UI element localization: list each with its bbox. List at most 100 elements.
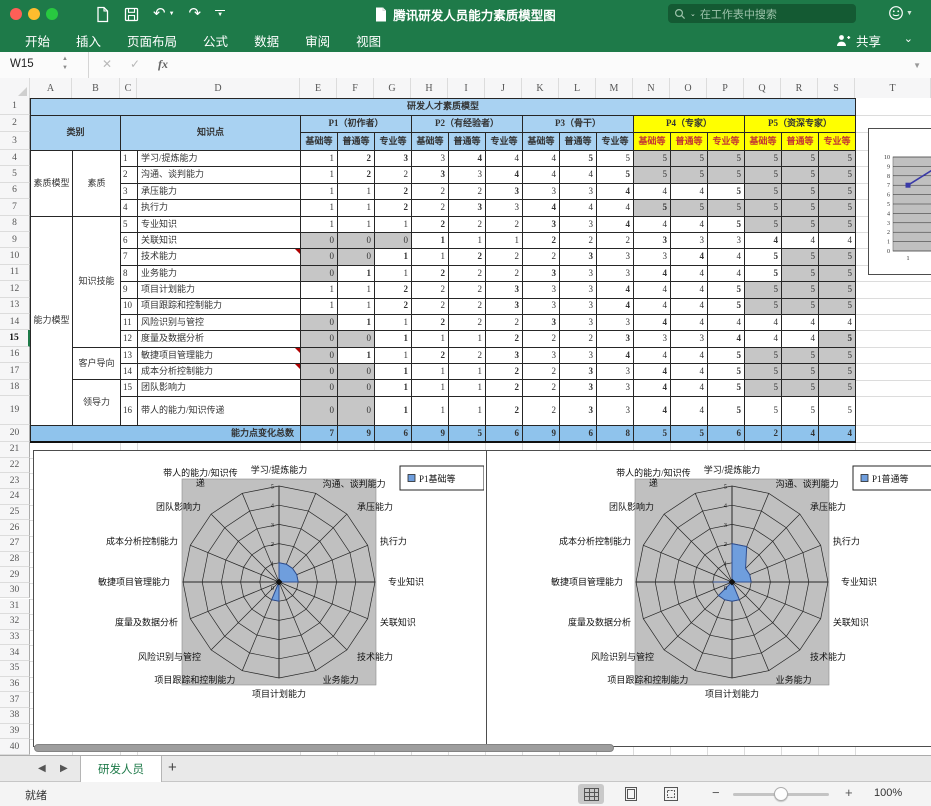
value-cell[interactable]: 2	[523, 380, 560, 396]
row-header-28[interactable]: 28	[0, 552, 30, 568]
value-cell[interactable]: 5	[782, 347, 819, 363]
value-cell[interactable]: 5	[819, 265, 856, 281]
value-cell[interactable]: 4	[671, 216, 708, 232]
value-cell[interactable]: 5	[745, 183, 782, 199]
value-cell[interactable]: 5	[745, 364, 782, 380]
value-cell[interactable]: 1	[338, 265, 375, 281]
category-header[interactable]: 类别	[31, 116, 121, 151]
value-cell[interactable]: 4	[745, 314, 782, 330]
value-cell[interactable]: 3	[375, 151, 412, 167]
new-workbook-icon[interactable]	[95, 6, 110, 23]
value-cell[interactable]: 5	[708, 216, 745, 232]
knowledge-point-label[interactable]: 学习/提炼能力	[138, 151, 301, 167]
value-cell[interactable]: 2	[412, 216, 449, 232]
value-cell[interactable]: 5	[782, 265, 819, 281]
row-header-1[interactable]: 1	[0, 98, 30, 115]
value-cell[interactable]: 4	[671, 396, 708, 425]
value-cell[interactable]: 4	[634, 183, 671, 199]
category-b-group[interactable]: 素质	[73, 151, 121, 217]
value-cell[interactable]: 5	[819, 249, 856, 265]
row-number-cell[interactable]: 16	[121, 396, 138, 425]
value-cell[interactable]: 5	[708, 396, 745, 425]
value-cell[interactable]: 5	[819, 167, 856, 183]
row-header-14[interactable]: 14	[0, 314, 30, 330]
value-cell[interactable]: 0	[338, 331, 375, 347]
value-cell[interactable]: 2	[486, 380, 523, 396]
zoom-slider[interactable]	[733, 793, 829, 796]
table-title[interactable]: 研发人才素质模型	[31, 99, 856, 116]
row-header-34[interactable]: 34	[0, 645, 30, 661]
value-cell[interactable]: 0	[338, 396, 375, 425]
row-header-26[interactable]: 26	[0, 520, 30, 536]
column-header-F[interactable]: F	[337, 78, 374, 98]
row-number-cell[interactable]: 4	[121, 200, 138, 216]
row-number-cell[interactable]: 14	[121, 364, 138, 380]
value-cell[interactable]: 3	[486, 298, 523, 314]
sublevel-header[interactable]: 专业等	[375, 133, 412, 151]
value-cell[interactable]: 1	[301, 183, 338, 199]
value-cell[interactable]: 5	[708, 347, 745, 363]
row-header-9[interactable]: 9	[0, 232, 30, 248]
value-cell[interactable]: 5	[782, 183, 819, 199]
knowledge-point-label[interactable]: 关联知识	[138, 232, 301, 248]
knowledge-point-label[interactable]: 专业知识	[138, 216, 301, 232]
value-cell[interactable]: 5	[745, 282, 782, 298]
value-cell[interactable]: 3	[560, 265, 597, 281]
value-cell[interactable]: 0	[301, 331, 338, 347]
value-cell[interactable]: 3	[486, 347, 523, 363]
value-cell[interactable]: 4	[708, 249, 745, 265]
value-cell[interactable]: 0	[301, 347, 338, 363]
value-cell[interactable]: 4	[523, 167, 560, 183]
value-cell[interactable]: 0	[338, 249, 375, 265]
value-cell[interactable]: 4	[523, 151, 560, 167]
value-cell[interactable]: 4	[523, 200, 560, 216]
close-button[interactable]	[10, 8, 22, 20]
value-cell[interactable]: 1	[375, 380, 412, 396]
row-header-17[interactable]: 17	[0, 363, 30, 379]
row-header-16[interactable]: 16	[0, 347, 30, 363]
value-cell[interactable]: 5	[745, 298, 782, 314]
value-cell[interactable]: 5	[671, 151, 708, 167]
sublevel-header[interactable]: 专业等	[486, 133, 523, 151]
value-cell[interactable]: 4	[634, 265, 671, 281]
total-value-cell[interactable]: 9	[338, 425, 375, 442]
value-cell[interactable]: 4	[634, 216, 671, 232]
sublevel-header[interactable]: 基础等	[301, 133, 338, 151]
value-cell[interactable]: 4	[671, 282, 708, 298]
sublevel-header[interactable]: 普通等	[560, 133, 597, 151]
value-cell[interactable]: 4	[782, 232, 819, 248]
value-cell[interactable]: 5	[708, 200, 745, 216]
value-cell[interactable]: 2	[412, 282, 449, 298]
total-value-cell[interactable]: 6	[560, 425, 597, 442]
knowledge-point-label[interactable]: 执行力	[138, 200, 301, 216]
row-number-cell[interactable]: 2	[121, 167, 138, 183]
row-number-cell[interactable]: 3	[121, 183, 138, 199]
knowledge-point-label[interactable]: 成本分析控制能力	[138, 364, 301, 380]
value-cell[interactable]: 5	[634, 151, 671, 167]
value-cell[interactable]: 3	[597, 380, 634, 396]
column-header-J[interactable]: J	[485, 78, 522, 98]
value-cell[interactable]: 5	[708, 183, 745, 199]
sublevel-header[interactable]: 专业等	[819, 133, 856, 151]
value-cell[interactable]: 5	[745, 151, 782, 167]
row-number-cell[interactable]: 5	[121, 216, 138, 232]
column-header-P[interactable]: P	[707, 78, 744, 98]
sublevel-header[interactable]: 基础等	[523, 133, 560, 151]
value-cell[interactable]: 1	[301, 216, 338, 232]
value-cell[interactable]: 4	[782, 331, 819, 347]
column-header-M[interactable]: M	[596, 78, 633, 98]
category-a-group[interactable]: 能力模型	[31, 216, 73, 425]
search-input[interactable]: ⌄ 在工作表中搜索	[668, 4, 856, 23]
value-cell[interactable]: 2	[412, 298, 449, 314]
value-cell[interactable]: 1	[375, 347, 412, 363]
ribbon-tab-4[interactable]: 公式	[190, 28, 241, 52]
value-cell[interactable]: 2	[523, 331, 560, 347]
value-cell[interactable]: 1	[412, 249, 449, 265]
row-header-7[interactable]: 7	[0, 199, 30, 215]
next-sheet-arrow[interactable]: ▶	[60, 763, 68, 774]
value-cell[interactable]: 1	[375, 331, 412, 347]
column-header-D[interactable]: D	[137, 78, 300, 98]
value-cell[interactable]: 3	[634, 331, 671, 347]
value-cell[interactable]: 5	[597, 167, 634, 183]
value-cell[interactable]: 2	[375, 183, 412, 199]
